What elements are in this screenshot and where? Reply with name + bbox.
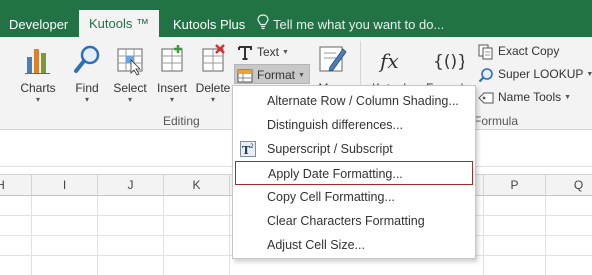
insert-icon — [156, 43, 188, 77]
menu-item-label: Alternate Row / Column Shading... — [267, 94, 459, 108]
column-header-h[interactable]: H — [0, 175, 32, 196]
menu-item-copy-cell-formatting[interactable]: Copy Cell Formatting... — [235, 185, 473, 209]
chevron-down-icon: ▼ — [282, 48, 289, 56]
chevron-down-icon: ▼ — [586, 70, 592, 78]
chevron-down-icon: ▼ — [564, 93, 572, 101]
grid-col-line — [545, 196, 546, 275]
format-label: Format — [257, 68, 296, 82]
tab-developer[interactable]: Developer — [0, 12, 77, 37]
lightbulb-icon — [257, 13, 269, 38]
grid-col-line — [483, 196, 484, 275]
chevron-down-icon: ▾ — [210, 95, 215, 104]
select-button[interactable]: Select ▾ — [110, 43, 150, 105]
menu-item-label: Apply Date Formatting... — [268, 167, 403, 181]
editing-group-label: Editing — [163, 114, 200, 128]
formula-group-label: Formula — [474, 114, 519, 128]
super-lookup-label: Super LOOKUP — [498, 67, 584, 81]
format-button[interactable]: Format ▼ — [234, 64, 310, 84]
name-tag-icon — [478, 90, 494, 106]
chevron-down-icon: ▾ — [169, 95, 174, 104]
menu-item-apply-date-formatting[interactable]: Apply Date Formatting... — [235, 161, 473, 185]
column-header-k[interactable]: K — [164, 175, 230, 196]
delete-button[interactable]: Delete ▾ — [193, 43, 233, 105]
column-header-i[interactable]: I — [32, 175, 98, 196]
select-label: Select — [113, 81, 147, 95]
column-header-j[interactable]: J — [98, 175, 164, 196]
menu-item-label: Adjust Cell Size... — [267, 238, 365, 252]
insert-button[interactable]: Insert ▾ — [152, 43, 192, 105]
lookup-icon — [478, 67, 494, 83]
excel-window: Developer Kutools ™ Kutools Plus Tell me… — [0, 0, 592, 275]
copy-icon — [478, 44, 494, 60]
menu-item-distinguish-differences[interactable]: Distinguish differences... — [235, 113, 473, 137]
name-tools-button[interactable]: Name Tools ▼ — [478, 87, 571, 107]
column-header-q[interactable]: Q — [546, 175, 592, 196]
menu-item-label: Superscript / Subscript — [267, 142, 393, 156]
text-icon — [237, 45, 253, 61]
select-grid-icon — [114, 43, 146, 77]
function-fx-icon: fx — [376, 43, 408, 77]
format-icon — [237, 68, 253, 84]
tab-kutools-plus[interactable]: Kutools Plus — [164, 12, 254, 37]
menu-item-clear-characters-formatting[interactable]: Clear Characters Formatting — [235, 209, 473, 233]
find-label: Find — [75, 81, 99, 95]
exact-copy-label: Exact Copy — [498, 44, 560, 58]
text-button[interactable]: Text ▼ — [237, 42, 289, 62]
menu-item-adjust-cell-size[interactable]: Adjust Cell Size... — [235, 233, 473, 257]
chevron-down-icon: ▾ — [84, 95, 89, 104]
charts-icon — [22, 43, 54, 77]
more-icon — [316, 43, 348, 77]
chevron-down-icon: ▾ — [127, 95, 132, 104]
tell-me-text: Tell me what you want to do... — [273, 17, 445, 32]
grid-col-line — [163, 196, 164, 275]
svg-text:{()}: {()} — [433, 52, 464, 72]
text-label: Text — [257, 45, 280, 59]
charts-label: Charts — [20, 81, 56, 95]
exact-copy-button[interactable]: Exact Copy — [478, 41, 559, 61]
menu-item-label: Distinguish differences... — [267, 118, 403, 132]
svg-text:fx: fx — [378, 49, 399, 73]
braces-icon: {()} — [432, 43, 468, 77]
chevron-down-icon: ▼ — [298, 71, 305, 79]
tab-kutools[interactable]: Kutools ™ — [79, 10, 159, 37]
svg-text:2: 2 — [250, 143, 254, 150]
grid-col-line — [97, 196, 98, 275]
find-button[interactable]: Find ▾ — [68, 43, 106, 105]
grid-col-line — [229, 196, 230, 275]
delete-icon — [197, 43, 229, 77]
insert-label: Insert — [156, 81, 187, 95]
magnifier-icon — [71, 43, 103, 77]
charts-button[interactable]: Charts ▾ — [16, 43, 60, 105]
format-dropdown-menu: Alternate Row / Column Shading... Distin… — [232, 85, 476, 259]
menu-item-alternate-shading[interactable]: Alternate Row / Column Shading... — [235, 89, 473, 113]
tell-me-search[interactable]: Tell me what you want to do... — [257, 12, 444, 37]
delete-label: Delete — [195, 81, 231, 95]
ribbon-tab-bar: Developer Kutools ™ Kutools Plus Tell me… — [0, 0, 592, 37]
superscript-icon: T2 — [240, 141, 256, 157]
menu-item-label: Clear Characters Formatting — [267, 214, 425, 228]
menu-item-label: Copy Cell Formatting... — [267, 190, 395, 204]
column-header-p[interactable]: P — [484, 175, 546, 196]
grid-col-line — [31, 196, 32, 275]
menu-item-superscript-subscript[interactable]: T2 Superscript / Subscript — [235, 137, 473, 161]
chevron-down-icon: ▾ — [35, 95, 40, 104]
super-lookup-button[interactable]: Super LOOKUP ▼ — [478, 64, 592, 84]
name-tools-label: Name Tools — [498, 90, 562, 104]
